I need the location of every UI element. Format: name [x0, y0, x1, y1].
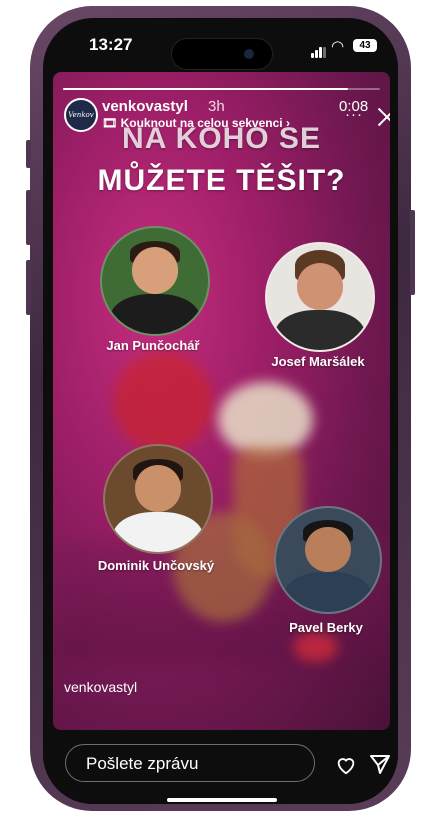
profile-avatar[interactable]: Venkov: [64, 98, 98, 132]
story-progress-fill: [63, 88, 349, 90]
message-input[interactable]: Pošlete zprávu: [65, 744, 315, 782]
chef-jacket: [113, 511, 203, 552]
chef-photo-dominik: [103, 444, 213, 554]
battery-icon: 43: [353, 39, 377, 52]
chef-name: Jan Punčochář: [106, 338, 200, 353]
more-horizontal-icon[interactable]: ···: [345, 106, 363, 123]
status-bar: 13:27 ◠ 43: [43, 18, 398, 72]
chef-name: Pavel Berky: [289, 620, 363, 635]
face: [134, 465, 182, 512]
chef-name: Josef Maršálek: [271, 354, 365, 369]
story-view[interactable]: NA KOHO SE MŮŽETE TĚŠIT? Venkov venkovas…: [53, 72, 390, 730]
dynamic-island: [171, 38, 273, 70]
face: [296, 263, 344, 310]
wifi-icon: ◠: [331, 38, 345, 55]
face: [305, 526, 351, 573]
username[interactable]: venkovastyl: [102, 98, 188, 115]
send-icon[interactable]: [368, 752, 392, 776]
story-title-line2: MŮŽETE TĚŠIT?: [97, 164, 346, 197]
side-button-volume-up: [26, 190, 31, 245]
background-ice-cream: [218, 382, 313, 457]
camera-icon: [244, 49, 254, 59]
background-apple: [113, 352, 213, 452]
background-berry: [293, 632, 338, 662]
chef-photo-josef: [265, 242, 375, 352]
story-caption: venkovastyl: [64, 679, 138, 695]
story-progress-bar: [63, 88, 380, 90]
side-button-action: [26, 140, 31, 168]
chef-photo-jan: [100, 226, 210, 336]
side-button-volume-down: [26, 260, 31, 315]
reply-bar: Pošlete zprávu: [43, 730, 398, 804]
close-icon[interactable]: [376, 106, 390, 128]
chef-photo-pavel: [274, 506, 382, 614]
view-sequence-link[interactable]: 🎞 Kouknout na celou sekvenci ›: [102, 116, 290, 130]
side-button-power: [410, 210, 415, 295]
cellular-signal-icon: [311, 40, 327, 58]
apron: [110, 293, 200, 334]
chef-name: Dominik Unčovský: [97, 558, 215, 573]
shirt: [275, 309, 365, 350]
heart-icon[interactable]: [335, 754, 357, 776]
face: [131, 247, 179, 294]
posted-time: 3h: [208, 98, 225, 115]
home-indicator[interactable]: [167, 798, 277, 802]
status-time: 13:27: [89, 35, 133, 54]
apron: [284, 572, 372, 612]
